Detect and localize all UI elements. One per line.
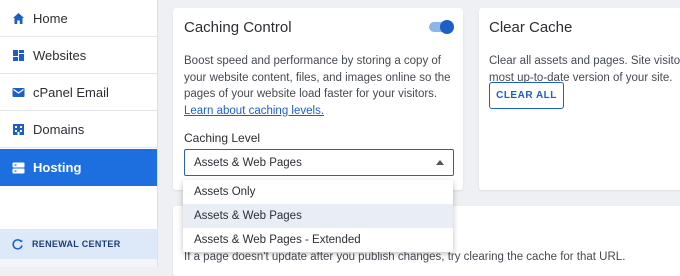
desc-line: Clear all assets and pages. Site visitor… <box>489 55 680 67</box>
clear-all-button[interactable]: CLEAR ALL <box>489 82 564 109</box>
desc-line: Boost speed and performance by storing a… <box>184 55 441 67</box>
sidebar-item-label: cPanel Email <box>33 84 109 100</box>
clear-cache-title: Clear Cache <box>489 19 573 36</box>
email-icon <box>11 85 25 99</box>
option-assets-only[interactable]: Assets Only <box>183 180 453 204</box>
caching-toggle[interactable] <box>429 20 454 34</box>
sidebar-item-label: Hosting <box>33 160 82 175</box>
sidebar-item-label: Websites <box>33 47 87 63</box>
sidebar-item-label: Home <box>33 10 68 26</box>
sidebar-item-domains[interactable]: Domains <box>0 111 157 148</box>
selected-value: Assets & Web Pages <box>194 156 302 169</box>
caching-description: Boost speed and performance by storing a… <box>184 53 456 119</box>
learn-caching-levels-link[interactable]: Learn about caching levels. <box>184 105 324 117</box>
sidebar-item-hosting[interactable]: Hosting <box>0 149 157 186</box>
renew-icon <box>11 238 24 251</box>
desc-line: your website content, files, and images … <box>184 71 451 84</box>
domains-icon <box>11 122 25 136</box>
hosting-icon <box>11 161 25 175</box>
sidebar-footer <box>0 259 157 267</box>
caching-control-title: Caching Control <box>184 19 292 36</box>
clear-url-description: If a page doesn't update after you publi… <box>184 251 626 263</box>
sidebar: Home Websites cPanel Email Domains Hosti… <box>0 0 158 267</box>
caret-up-icon <box>436 160 444 165</box>
option-assets-web-pages[interactable]: Assets & Web Pages <box>183 204 453 228</box>
sidebar-item-label: Domains <box>33 121 85 137</box>
sidebar-item-email[interactable]: cPanel Email <box>0 74 157 111</box>
sidebar-item-websites[interactable]: Websites <box>0 37 157 74</box>
home-icon <box>11 11 25 25</box>
caching-level-label: Caching Level <box>184 131 261 145</box>
toggle-knob <box>440 20 454 34</box>
caching-level-menu: Assets Only Assets & Web Pages Assets & … <box>183 180 453 252</box>
caching-control-card: Caching Control Boost speed and performa… <box>173 8 463 190</box>
clear-cache-card: Clear Cache Clear all assets and pages. … <box>479 8 680 190</box>
websites-icon <box>11 48 25 62</box>
option-assets-web-pages-extended[interactable]: Assets & Web Pages - Extended <box>183 228 453 252</box>
renewal-center-label: RENEWAL CENTER <box>32 239 121 249</box>
renewal-center-link[interactable]: RENEWAL CENTER <box>0 229 157 259</box>
desc-line: pages of your website load faster for yo… <box>184 88 438 100</box>
sidebar-item-home[interactable]: Home <box>0 0 157 37</box>
caching-level-select[interactable]: Assets & Web Pages <box>184 149 454 176</box>
